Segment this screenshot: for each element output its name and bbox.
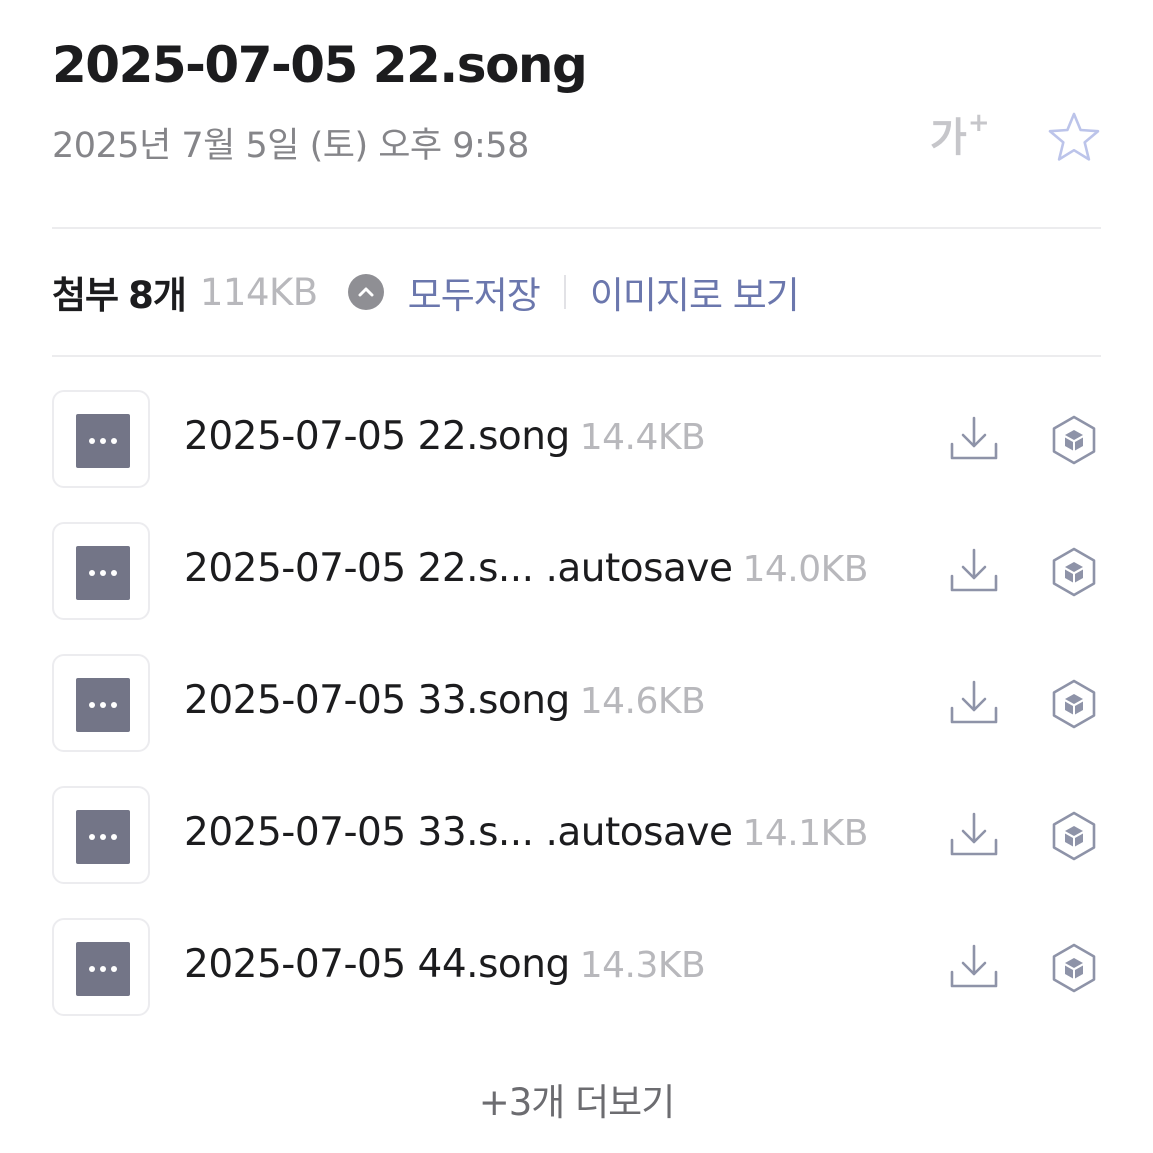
download-button[interactable]	[946, 678, 1002, 730]
mail-title: 2025-07-05 22.song	[52, 36, 588, 94]
download-button[interactable]	[946, 942, 1002, 994]
attachments-header: 첨부 8개 114KB 모두저장 이미지로 보기	[52, 262, 800, 322]
attachment-size: 14.1KB	[742, 813, 868, 854]
view-as-images-button[interactable]: 이미지로 보기	[590, 265, 800, 319]
attachment-name[interactable]: 2025-07-05 33.s... .autosave 14.1KB	[184, 810, 868, 855]
attachment-name[interactable]: 2025-07-05 33.song 14.6KB	[184, 678, 706, 723]
attachment-filename: 2025-07-05 33.s... .autosave	[184, 810, 733, 855]
attachment-row[interactable]: 2025-07-05 33.song 14.6KB	[52, 654, 1102, 754]
show-more-attachments-button[interactable]: +3개 더보기	[0, 1072, 1153, 1126]
file-thumbnail	[52, 654, 150, 752]
file-generic-icon	[76, 942, 130, 996]
attachments-count: 8개	[128, 274, 187, 317]
file-generic-icon	[76, 546, 130, 600]
save-to-cloud-button[interactable]	[1047, 810, 1101, 862]
attachment-name[interactable]: 2025-07-05 22.song 14.4KB	[184, 414, 706, 459]
file-generic-icon	[76, 678, 130, 732]
font-size-button[interactable]: 가 +	[930, 110, 1002, 166]
cloud-box-icon	[1052, 547, 1096, 597]
attachment-row[interactable]: 2025-07-05 22.song 14.4KB	[52, 390, 1102, 490]
attachment-filename: 2025-07-05 44.song	[184, 942, 570, 987]
attachment-size: 14.4KB	[579, 417, 706, 458]
save-to-cloud-button[interactable]	[1047, 678, 1101, 730]
header-divider	[52, 227, 1101, 229]
save-to-cloud-button[interactable]	[1047, 942, 1101, 994]
attachment-row[interactable]: 2025-07-05 22.s... .autosave 14.0KB	[52, 522, 1102, 622]
chevron-up-icon	[358, 287, 374, 297]
download-icon	[950, 548, 998, 592]
cloud-box-icon	[1052, 811, 1096, 861]
attachment-filename: 2025-07-05 22.s... .autosave	[184, 546, 733, 591]
attachments-label: 첨부	[52, 274, 119, 317]
cloud-box-icon	[1052, 679, 1096, 729]
star-icon	[1048, 112, 1100, 161]
attachment-size: 14.3KB	[579, 945, 706, 986]
mail-date: 2025년 7월 5일 (토) 오후 9:58	[52, 126, 529, 166]
attachments-divider	[52, 355, 1101, 357]
file-thumbnail	[52, 786, 150, 884]
star-button[interactable]	[1046, 110, 1102, 166]
attachment-name[interactable]: 2025-07-05 44.song 14.3KB	[184, 942, 706, 987]
file-thumbnail	[52, 918, 150, 1016]
collapse-attachments-button[interactable]	[347, 274, 384, 310]
attachment-row[interactable]: 2025-07-05 44.song 14.3KB	[52, 918, 1102, 1018]
save-to-cloud-button[interactable]	[1047, 546, 1101, 598]
download-icon	[950, 944, 998, 988]
file-generic-icon	[76, 810, 130, 864]
save-to-cloud-button[interactable]	[1047, 414, 1101, 466]
download-icon	[950, 680, 998, 724]
file-generic-icon	[76, 414, 130, 468]
cloud-box-icon	[1052, 415, 1096, 465]
attachment-row[interactable]: 2025-07-05 33.s... .autosave 14.1KB	[52, 786, 1102, 886]
download-button[interactable]	[946, 810, 1002, 862]
cloud-box-icon	[1052, 943, 1096, 993]
download-icon	[950, 416, 998, 460]
download-button[interactable]	[946, 546, 1002, 598]
save-all-button[interactable]: 모두저장	[408, 265, 541, 319]
attachments-total-size: 114KB	[199, 270, 318, 314]
download-icon	[950, 812, 998, 856]
file-thumbnail	[52, 390, 150, 488]
attachment-size: 14.6KB	[579, 681, 706, 722]
attachment-name[interactable]: 2025-07-05 22.s... .autosave 14.0KB	[184, 546, 868, 591]
attachment-filename: 2025-07-05 22.song	[184, 414, 570, 459]
font-size-plus-label: +	[967, 108, 990, 138]
font-size-icon-label: 가	[930, 115, 967, 161]
header-separator	[563, 275, 566, 309]
attachment-size: 14.0KB	[742, 549, 868, 590]
download-button[interactable]	[946, 414, 1002, 466]
attachment-filename: 2025-07-05 33.song	[184, 678, 570, 723]
file-thumbnail	[52, 522, 150, 620]
